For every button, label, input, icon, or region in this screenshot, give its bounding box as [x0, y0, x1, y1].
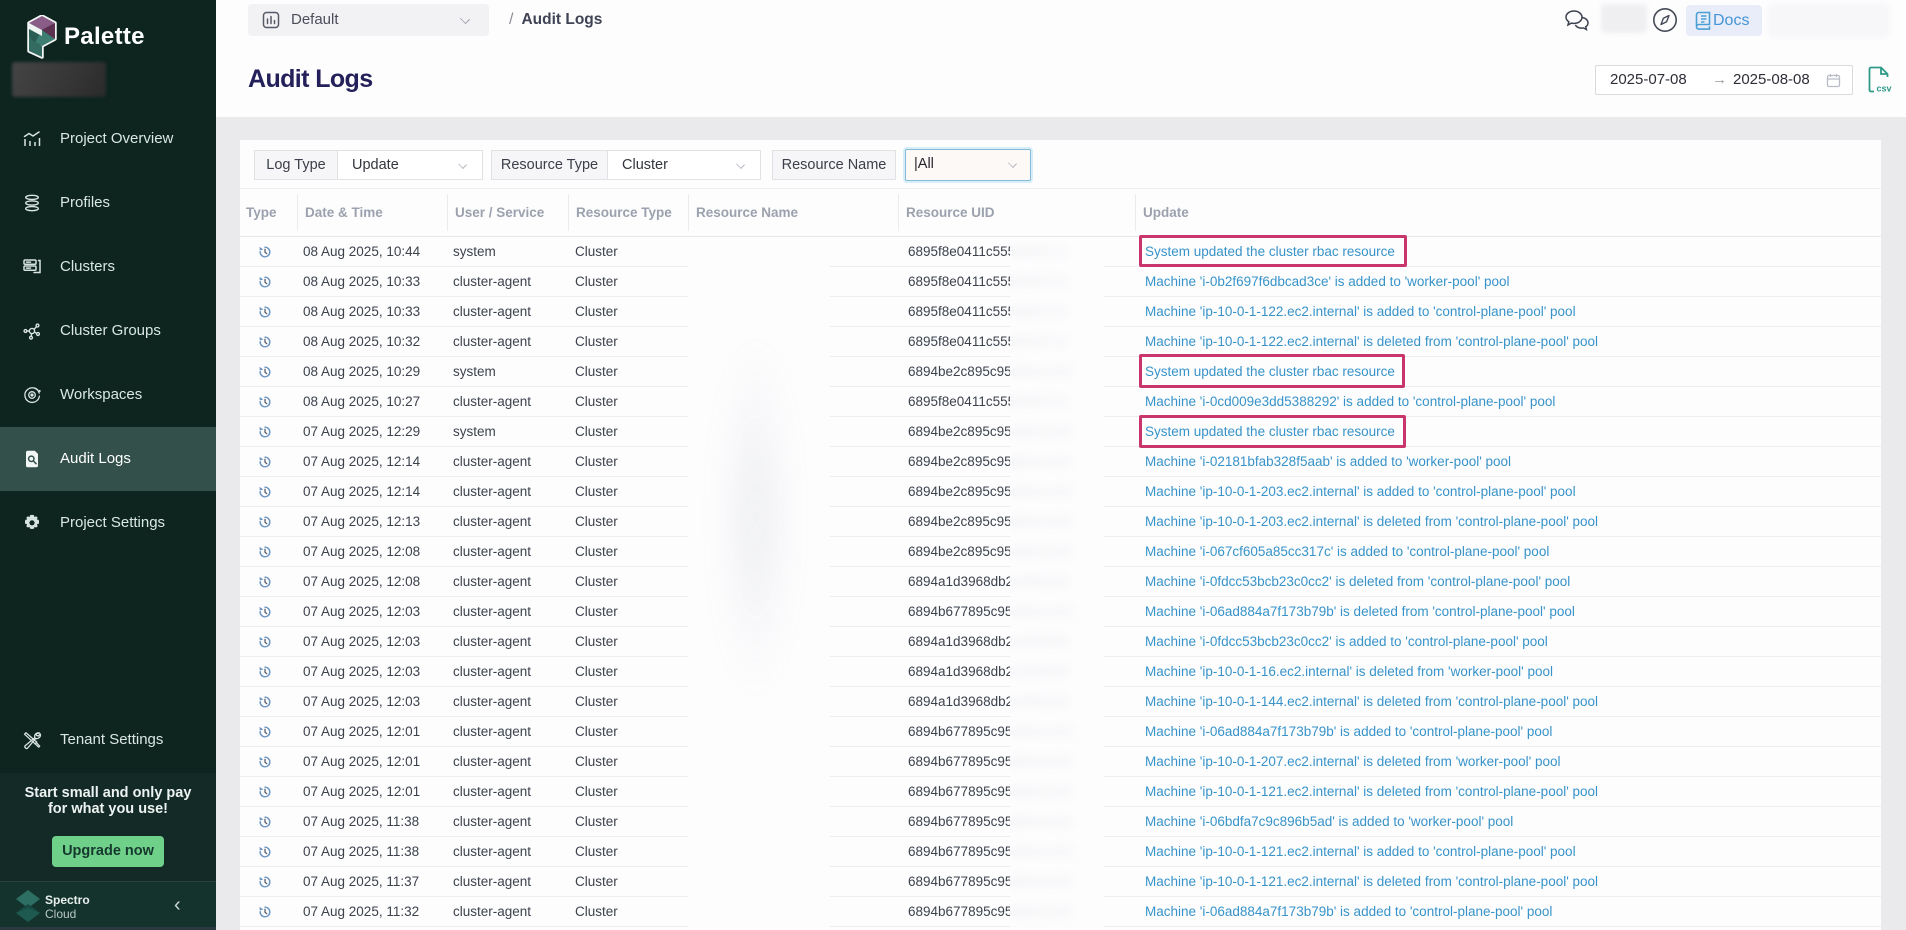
svg-text:csv: csv — [1877, 84, 1892, 94]
